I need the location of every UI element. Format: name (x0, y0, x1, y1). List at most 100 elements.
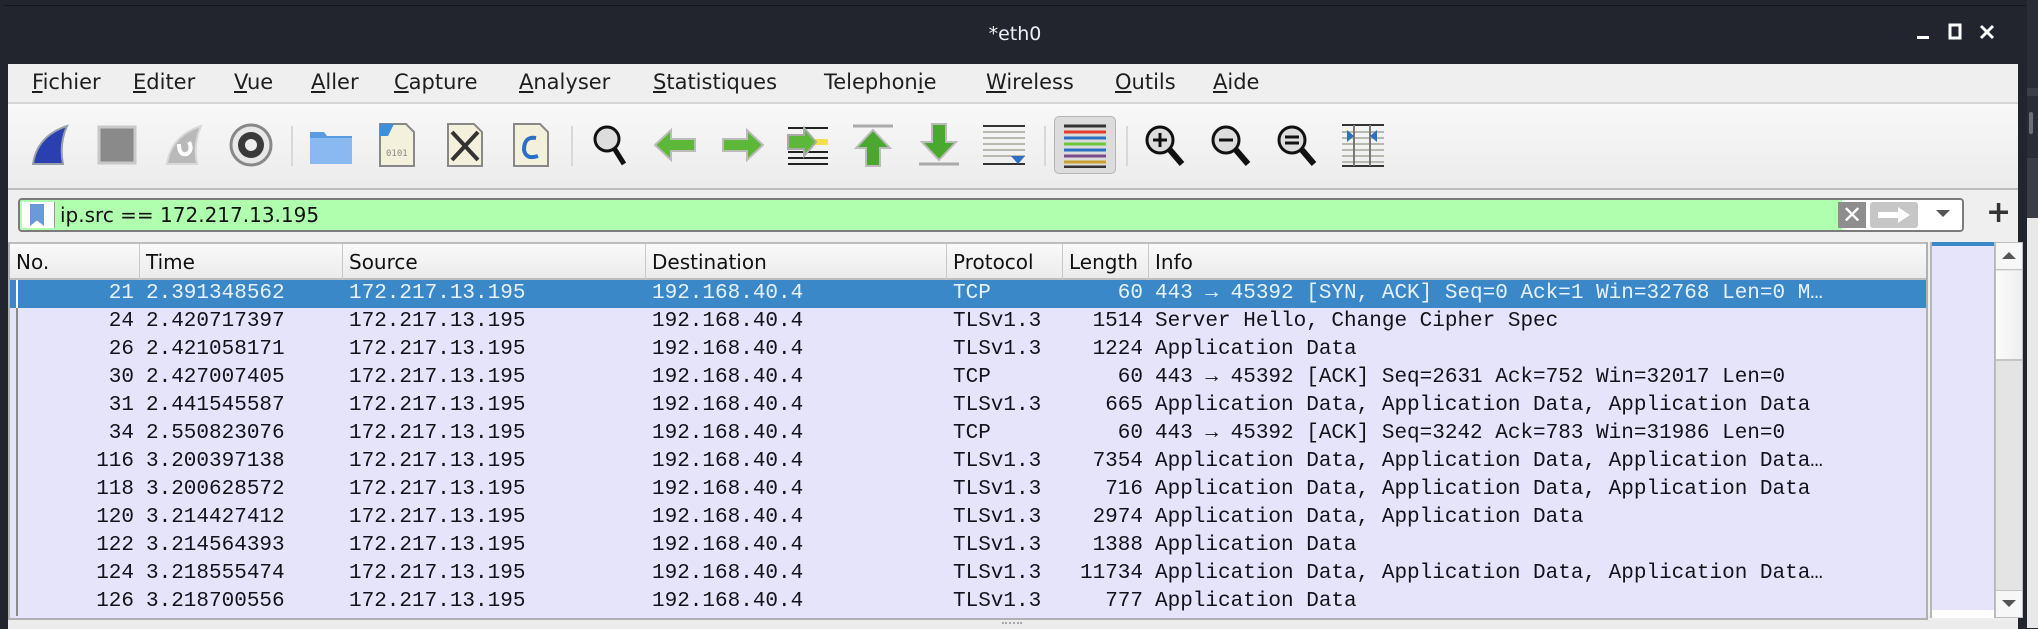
go-forward-button[interactable] (719, 122, 765, 168)
packet-row[interactable]: 26 2.421058171 172.217.13.195 192.168.40.4 T… (10, 336, 1926, 364)
packet-row[interactable]: 30 2.427007405 172.217.13.195 192.168.40.4 T… (10, 364, 1926, 392)
window-title: *eth0 (988, 23, 1042, 45)
minimize-button[interactable] (1911, 20, 1935, 44)
reload-file-button[interactable] (508, 122, 554, 168)
packet-row[interactable]: 31 2.441545587 172.217.13.195 192.168.40.4 T… (10, 392, 1926, 420)
scroll-up-button[interactable] (1996, 243, 2022, 270)
zoom-normal-icon (1277, 125, 1317, 166)
display-filter-field: ✕ (18, 198, 1964, 232)
packet-row[interactable]: 116 3.200397138 172.217.13.195 192.168.40.4… (10, 448, 1926, 476)
column-header-source[interactable]: Source (343, 244, 646, 280)
zoom-normal-button[interactable] (1274, 122, 1320, 168)
filter-bookmark-button[interactable] (22, 202, 55, 228)
apply-filter-button[interactable] (1870, 202, 1918, 228)
column-header-protocol[interactable]: Protocol (947, 244, 1063, 280)
stop-icon (97, 125, 137, 165)
restart-capture-button[interactable] (161, 122, 207, 168)
menu-capture[interactable]: Capture (394, 70, 478, 94)
zoom-in-button[interactable] (1142, 122, 1188, 168)
display-filter-input[interactable] (60, 200, 1530, 230)
cell-time: 2.441545587 (146, 394, 285, 417)
column-header-destination[interactable]: Destination (646, 244, 947, 280)
resize-columns-icon (1342, 124, 1384, 167)
cell-protocol: TLSv1.3 (953, 590, 1042, 613)
menu-label: Capture (394, 70, 478, 94)
stop-capture-button[interactable] (94, 122, 140, 168)
main-toolbar: 0101 (8, 104, 2018, 190)
caret-up-icon (2002, 252, 2016, 259)
add-filter-button[interactable]: + (1986, 198, 2011, 228)
arrow-right-icon (1878, 207, 1910, 223)
menu-wireless[interactable]: Wireless (986, 70, 1074, 94)
scroll-down-button[interactable] (1996, 590, 2022, 617)
cell-time: 3.214427412 (146, 506, 285, 529)
title-bar[interactable]: *eth0 (4, 6, 2026, 64)
autoscroll-button[interactable] (981, 122, 1027, 168)
go-to-packet-button[interactable] (784, 122, 830, 168)
save-file-button[interactable]: 0101 (374, 122, 420, 168)
cell-source: 172.217.13.195 (349, 478, 526, 501)
maximize-icon (1948, 23, 1962, 40)
column-header-info[interactable]: Info (1149, 244, 1926, 280)
menu-outils[interactable]: Outils (1115, 70, 1176, 94)
column-header-length[interactable]: Length (1063, 244, 1149, 280)
packet-row[interactable]: 34 2.550823076 172.217.13.195 192.168.40.4 T… (10, 420, 1926, 448)
packet-row[interactable]: 24 2.420717397 172.217.13.195 192.168.40.4 T… (10, 308, 1926, 336)
menu-aide[interactable]: Aide (1213, 70, 1259, 94)
go-back-button[interactable] (653, 122, 699, 168)
go-last-packet-button[interactable] (916, 122, 962, 168)
cell-destination: 192.168.40.4 (652, 590, 804, 613)
start-capture-button[interactable] (27, 122, 73, 168)
menu-label: Analyser (519, 70, 611, 94)
colorize-button[interactable] (1054, 116, 1116, 174)
close-file-icon (447, 123, 483, 167)
menu-analyser[interactable]: Analyser (519, 70, 610, 94)
column-header-no[interactable]: No. (10, 244, 140, 280)
menu-fichier[interactable]: Fichier (32, 70, 101, 94)
open-file-button[interactable] (308, 122, 354, 168)
find-packet-button[interactable] (588, 122, 634, 168)
cell-length: 60 (1117, 282, 1143, 305)
cell-protocol: TLSv1.3 (953, 506, 1042, 529)
column-header-time[interactable]: Time (140, 244, 343, 280)
arrow-down-icon (919, 123, 959, 166)
cell-no: 120 (96, 506, 134, 529)
cell-source: 172.217.13.195 (349, 450, 526, 473)
cell-time: 3.214564393 (146, 534, 285, 557)
filter-actions: ✕ (1838, 200, 1962, 230)
resize-columns-button[interactable] (1340, 122, 1386, 168)
menu-aller[interactable]: Aller (311, 70, 359, 94)
packet-row[interactable]: 120 3.214427412 172.217.13.195 192.168.40.4… (10, 504, 1926, 532)
close-window-button[interactable] (1975, 20, 1999, 44)
zoom-out-button[interactable] (1208, 122, 1254, 168)
cell-length: 1388 (1092, 534, 1143, 557)
packet-row[interactable]: 118 3.200628572 172.217.13.195 192.168.40.4… (10, 476, 1926, 504)
clear-filter-button[interactable]: ✕ (1838, 202, 1866, 228)
toolbar-separator (1126, 126, 1128, 166)
cell-destination: 192.168.40.4 (652, 282, 804, 305)
svg-text:0101: 0101 (386, 149, 408, 159)
packet-row[interactable]: 126 3.218700556 172.217.13.195 192.168.40.4… (10, 588, 1926, 616)
capture-options-button[interactable] (228, 122, 274, 168)
menu-label: Fichier (32, 70, 101, 94)
packet-row[interactable]: 21 2.391348562 172.217.13.195 192.168.40.4 T… (10, 280, 1926, 308)
go-first-packet-button[interactable] (850, 122, 896, 168)
packet-row[interactable]: 124 3.218555474 172.217.13.195 192.168.40.4… (10, 560, 1926, 588)
filter-history-dropdown[interactable] (1936, 210, 1950, 217)
menu-editer[interactable]: Editer (133, 70, 195, 94)
cell-protocol: TCP (953, 366, 991, 389)
cell-length: 7354 (1092, 450, 1143, 473)
minimize-icon (1917, 36, 1929, 39)
packet-minimap[interactable] (1930, 242, 1996, 618)
cell-info: Application Data, Application Data, Appl… (1155, 478, 1811, 501)
menu-vue[interactable]: Vue (234, 70, 273, 94)
close-file-button[interactable] (442, 122, 488, 168)
maximize-button[interactable] (1943, 20, 1967, 44)
desktop-background-right (2027, 0, 2038, 628)
packet-row[interactable]: 122 3.214564393 172.217.13.195 192.168.40.4… (10, 532, 1926, 560)
packet-list-scrollbar[interactable] (1995, 242, 2023, 618)
menu-telephonie[interactable]: Telephonie (824, 70, 937, 94)
cell-info: Application Data, Application Data (1155, 506, 1584, 529)
scrollbar-thumb[interactable] (1996, 271, 2022, 361)
menu-statistiques[interactable]: Statistiques (653, 70, 777, 94)
